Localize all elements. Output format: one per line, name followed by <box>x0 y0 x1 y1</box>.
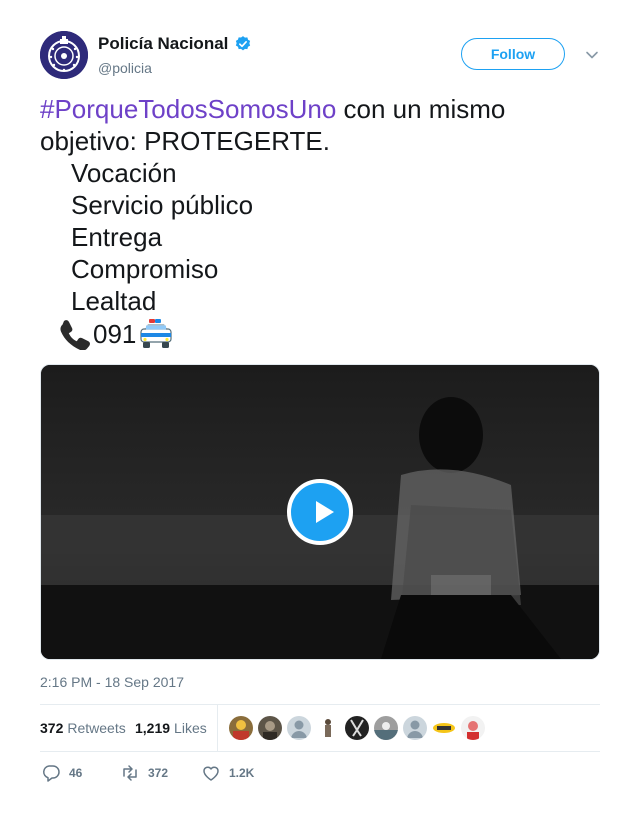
author-handle[interactable]: @policia <box>98 60 152 76</box>
liker-avatar[interactable] <box>287 716 311 740</box>
tweet-actions: 46 372 1.2K <box>40 763 600 785</box>
tweet-text: #PorqueTodosSomosUno con un mismo objeti… <box>40 93 600 351</box>
play-icon <box>316 501 334 523</box>
reply-button[interactable]: 46 <box>41 763 82 783</box>
retweet-count: 372 <box>148 766 169 780</box>
liker-avatar[interactable] <box>403 716 427 740</box>
liker-avatar[interactable] <box>374 716 398 740</box>
retweets-label: Retweets <box>67 720 126 736</box>
liker-avatar[interactable] <box>461 716 485 740</box>
police-car-icon <box>140 319 172 348</box>
likers-avatars <box>229 716 490 740</box>
phone-number: 091 <box>93 319 137 349</box>
tweet-text-line1: con un mismo <box>336 94 506 124</box>
liker-avatar[interactable] <box>229 716 253 740</box>
list-item: Lealtad <box>71 286 157 316</box>
tweet-text-line2: objetivo: PROTEGERTE. <box>40 126 330 156</box>
tweet-timestamp[interactable]: 2:16 PM - 18 Sep 2017 <box>40 674 184 690</box>
telephone-receiver-icon <box>60 320 90 350</box>
author-name[interactable]: Policía Nacional <box>98 34 228 54</box>
verified-badge-icon <box>236 36 251 51</box>
author-avatar[interactable] <box>40 31 88 79</box>
reply-count: 46 <box>69 766 83 780</box>
follow-button[interactable]: Follow <box>461 38 565 70</box>
retweet-button[interactable]: 372 <box>120 763 168 783</box>
liker-avatar[interactable] <box>432 716 456 740</box>
likes-label: Likes <box>174 720 207 736</box>
hashtag-link[interactable]: #PorqueTodosSomosUno <box>40 94 336 124</box>
play-button[interactable] <box>287 479 353 545</box>
phone-line: 091 <box>40 317 600 351</box>
liker-avatar[interactable] <box>345 716 369 740</box>
video-player[interactable] <box>40 364 600 660</box>
heart-icon <box>203 766 219 781</box>
tweet-header: Policía Nacional @policia Follow <box>40 30 600 80</box>
retweet-icon <box>123 765 137 781</box>
author-name-row[interactable]: Policía Nacional <box>98 34 252 54</box>
tweet-stats: 372 Retweets 1,219 Likes <box>40 704 600 752</box>
likes-stat[interactable]: 1,219 Likes <box>135 720 207 736</box>
list-item: Servicio público <box>71 190 254 220</box>
list-item: Compromiso <box>71 254 219 284</box>
liker-avatar[interactable] <box>316 716 340 740</box>
like-button[interactable]: 1.2K <box>201 763 254 783</box>
reply-icon <box>42 765 60 782</box>
chevron-down-icon[interactable] <box>585 48 599 62</box>
liker-avatar[interactable] <box>258 716 282 740</box>
retweets-count: 372 <box>40 720 64 736</box>
list-item: Vocación <box>71 158 177 188</box>
retweets-stat[interactable]: 372 Retweets <box>40 720 126 736</box>
police-crest-icon <box>40 31 88 79</box>
like-count: 1.2K <box>229 766 255 780</box>
likes-count: 1,219 <box>135 720 171 736</box>
list-item: Entrega <box>71 222 163 252</box>
stats-divider <box>217 705 218 751</box>
